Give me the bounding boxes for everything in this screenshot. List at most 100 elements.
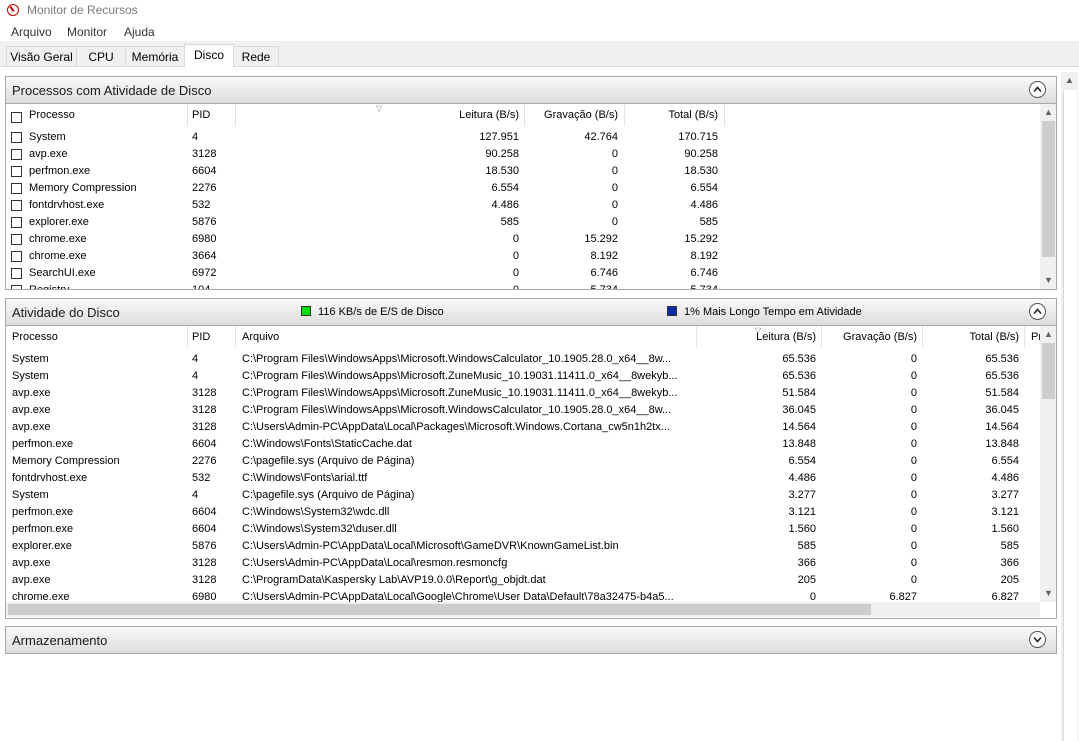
table-row[interactable]: SearchUI.exe 6972 0 6.746 6.746	[6, 265, 1040, 282]
table-row[interactable]: System 4 C:\pagefile.sys (Arquivo de Págin…	[6, 487, 1040, 504]
processes-panel-header[interactable]: Processos com Atividade de Disco	[5, 76, 1057, 104]
process-checkbox[interactable]	[11, 183, 22, 194]
menu-ajuda[interactable]: Ajuda	[124, 25, 155, 39]
process-name: SearchUI.exe	[29, 267, 96, 279]
table-row[interactable]: perfmon.exe 6604 C:\Windows\System32\wdc.d…	[6, 504, 1040, 521]
processes-table: Processo PID ▽ Leitura (B/s) Gravação (B…	[5, 104, 1057, 290]
col-pid[interactable]: PID	[192, 109, 210, 121]
disk-activity-vertical-scrollbar[interactable]: ▲ ▼	[1040, 326, 1056, 602]
table-row[interactable]: chrome.exe 6980 0 15.292 15.292	[6, 231, 1040, 248]
processes-scroll-thumb[interactable]	[1042, 121, 1055, 257]
storage-panel-header[interactable]: Armazenamento	[5, 626, 1057, 654]
col-pid[interactable]: PID	[192, 331, 210, 343]
col-processo[interactable]: Processo	[29, 109, 75, 121]
table-row[interactable]: explorer.exe 5876 C:\Users\Admin-PC\AppDat…	[6, 538, 1040, 555]
table-row[interactable]: System 4 127.951 42.764 170.715	[6, 129, 1040, 146]
disk-activity-hscroll-thumb[interactable]	[8, 604, 871, 615]
scroll-down-arrow-icon[interactable]: ▼	[1040, 272, 1056, 289]
processes-vertical-scrollbar[interactable]: ▲ ▼	[1040, 104, 1056, 289]
process-checkbox[interactable]	[11, 149, 22, 160]
table-row[interactable]: avp.exe 3128 90.258 0 90.258	[6, 146, 1040, 163]
table-row[interactable]: Memory Compression 2276 C:\pagefile.sys (A…	[6, 453, 1040, 470]
table-row[interactable]: Registry 104 0 5.734 5.734	[6, 282, 1040, 289]
col-prioridade[interactable]: Pr	[1031, 331, 1040, 343]
table-row[interactable]: explorer.exe 5876 585 0 585	[6, 214, 1040, 231]
process-write-bps: 0	[611, 182, 618, 194]
col-arquivo[interactable]: Arquivo	[242, 331, 279, 343]
disk-activity-horizontal-scrollbar[interactable]	[6, 602, 1040, 617]
process-read-bps: 90.258	[485, 148, 519, 160]
file-total-bps: 3.277	[991, 489, 1019, 501]
table-row[interactable]: perfmon.exe 6604 18.530 0 18.530	[6, 163, 1040, 180]
storage-expand-button[interactable]	[1029, 631, 1046, 648]
col-leitura[interactable]: Leitura (B/s)	[236, 109, 519, 121]
table-row[interactable]: avp.exe 3128 C:\Users\Admin-PC\AppData\Loc…	[6, 419, 1040, 436]
process-total-bps: 585	[699, 216, 718, 228]
col-leitura[interactable]: Leitura (B/s)	[698, 331, 816, 343]
scroll-up-arrow-icon[interactable]: ▲	[1040, 326, 1056, 343]
tab-visao-geral[interactable]: Visão Geral	[6, 46, 77, 66]
col-divider[interactable]	[624, 104, 625, 126]
process-checkbox[interactable]	[11, 217, 22, 228]
table-row[interactable]: Memory Compression 2276 6.554 0 6.554	[6, 180, 1040, 197]
col-gravacao[interactable]: Gravação (B/s)	[823, 331, 917, 343]
col-processo[interactable]: Processo	[12, 331, 58, 343]
col-divider[interactable]	[187, 104, 188, 126]
process-checkbox[interactable]	[11, 268, 22, 279]
col-divider[interactable]	[922, 326, 923, 348]
process-checkbox[interactable]	[11, 251, 22, 262]
process-checkbox[interactable]	[11, 166, 22, 177]
col-divider[interactable]	[524, 104, 525, 126]
scroll-up-arrow-icon[interactable]: ▲	[1061, 72, 1078, 89]
file-write-bps: 0	[910, 574, 917, 586]
table-row[interactable]: avp.exe 3128 C:\ProgramData\Kaspersky Lab\…	[6, 572, 1040, 589]
table-row[interactable]: perfmon.exe 6604 C:\Windows\Fonts\StaticCa…	[6, 436, 1040, 453]
window-scroll-thumb[interactable]	[1063, 90, 1077, 741]
window-vertical-scrollbar[interactable]: ▲	[1061, 72, 1078, 741]
menu-arquivo[interactable]: Arquivo	[11, 25, 52, 39]
table-row[interactable]: perfmon.exe 6604 C:\Windows\System32\duser…	[6, 521, 1040, 538]
disk-activity-panel-header[interactable]: Atividade do Disco 116 KB/s de E/S de Di…	[5, 298, 1057, 326]
table-row[interactable]: avp.exe 3128 C:\Program Files\WindowsApps\…	[6, 385, 1040, 402]
table-row[interactable]: fontdrvhost.exe 532 4.486 0 4.486	[6, 197, 1040, 214]
table-row[interactable]: chrome.exe 3664 0 8.192 8.192	[6, 248, 1040, 265]
process-pid: 3128	[192, 404, 217, 416]
file-total-bps: 65.536	[985, 370, 1019, 382]
table-row[interactable]: avp.exe 3128 C:\Users\Admin-PC\AppData\Loc…	[6, 555, 1040, 572]
col-divider[interactable]	[187, 326, 188, 348]
col-gravacao[interactable]: Gravação (B/s)	[526, 109, 618, 121]
process-total-bps: 6.746	[690, 267, 718, 279]
process-checkbox[interactable]	[11, 285, 22, 289]
table-row[interactable]: System 4 C:\Program Files\WindowsApps\Micr…	[6, 351, 1040, 368]
file-write-bps: 0	[910, 523, 917, 535]
process-checkbox[interactable]	[11, 234, 22, 245]
col-divider[interactable]	[1024, 326, 1025, 348]
menu-monitor[interactable]: Monitor	[67, 25, 107, 39]
col-divider[interactable]	[696, 326, 697, 348]
col-divider[interactable]	[821, 326, 822, 348]
tab-disco[interactable]: Disco	[184, 44, 234, 67]
col-total[interactable]: Total (B/s)	[924, 331, 1019, 343]
col-total[interactable]: Total (B/s)	[626, 109, 718, 121]
select-all-checkbox[interactable]	[11, 112, 22, 123]
disk-activity-collapse-button[interactable]	[1029, 303, 1046, 320]
disk-activity-table: Processo PID Arquivo ▽ Leitura (B/s) Gra…	[5, 326, 1057, 619]
table-row[interactable]: fontdrvhost.exe 532 C:\Windows\Fonts\arial…	[6, 470, 1040, 487]
table-row[interactable]: avp.exe 3128 C:\Program Files\WindowsApps\…	[6, 402, 1040, 419]
process-checkbox[interactable]	[11, 200, 22, 211]
file-write-bps: 0	[910, 438, 917, 450]
disk-activity-scroll-thumb[interactable]	[1042, 343, 1055, 399]
process-checkbox[interactable]	[11, 132, 22, 143]
col-divider[interactable]	[235, 326, 236, 348]
table-row[interactable]: System 4 C:\Program Files\WindowsApps\Micr…	[6, 368, 1040, 385]
file-path: C:\Windows\Fonts\StaticCache.dat	[242, 438, 412, 450]
process-name: System	[29, 131, 66, 143]
scroll-up-arrow-icon[interactable]: ▲	[1040, 104, 1056, 121]
tab-cpu[interactable]: CPU	[76, 46, 126, 66]
tab-memoria[interactable]: Memória	[125, 46, 185, 66]
processes-collapse-button[interactable]	[1029, 81, 1046, 98]
active-time-legend-swatch	[667, 306, 677, 316]
tab-rede[interactable]: Rede	[233, 46, 279, 66]
scroll-down-arrow-icon[interactable]: ▼	[1040, 585, 1056, 602]
col-divider[interactable]	[724, 104, 725, 126]
